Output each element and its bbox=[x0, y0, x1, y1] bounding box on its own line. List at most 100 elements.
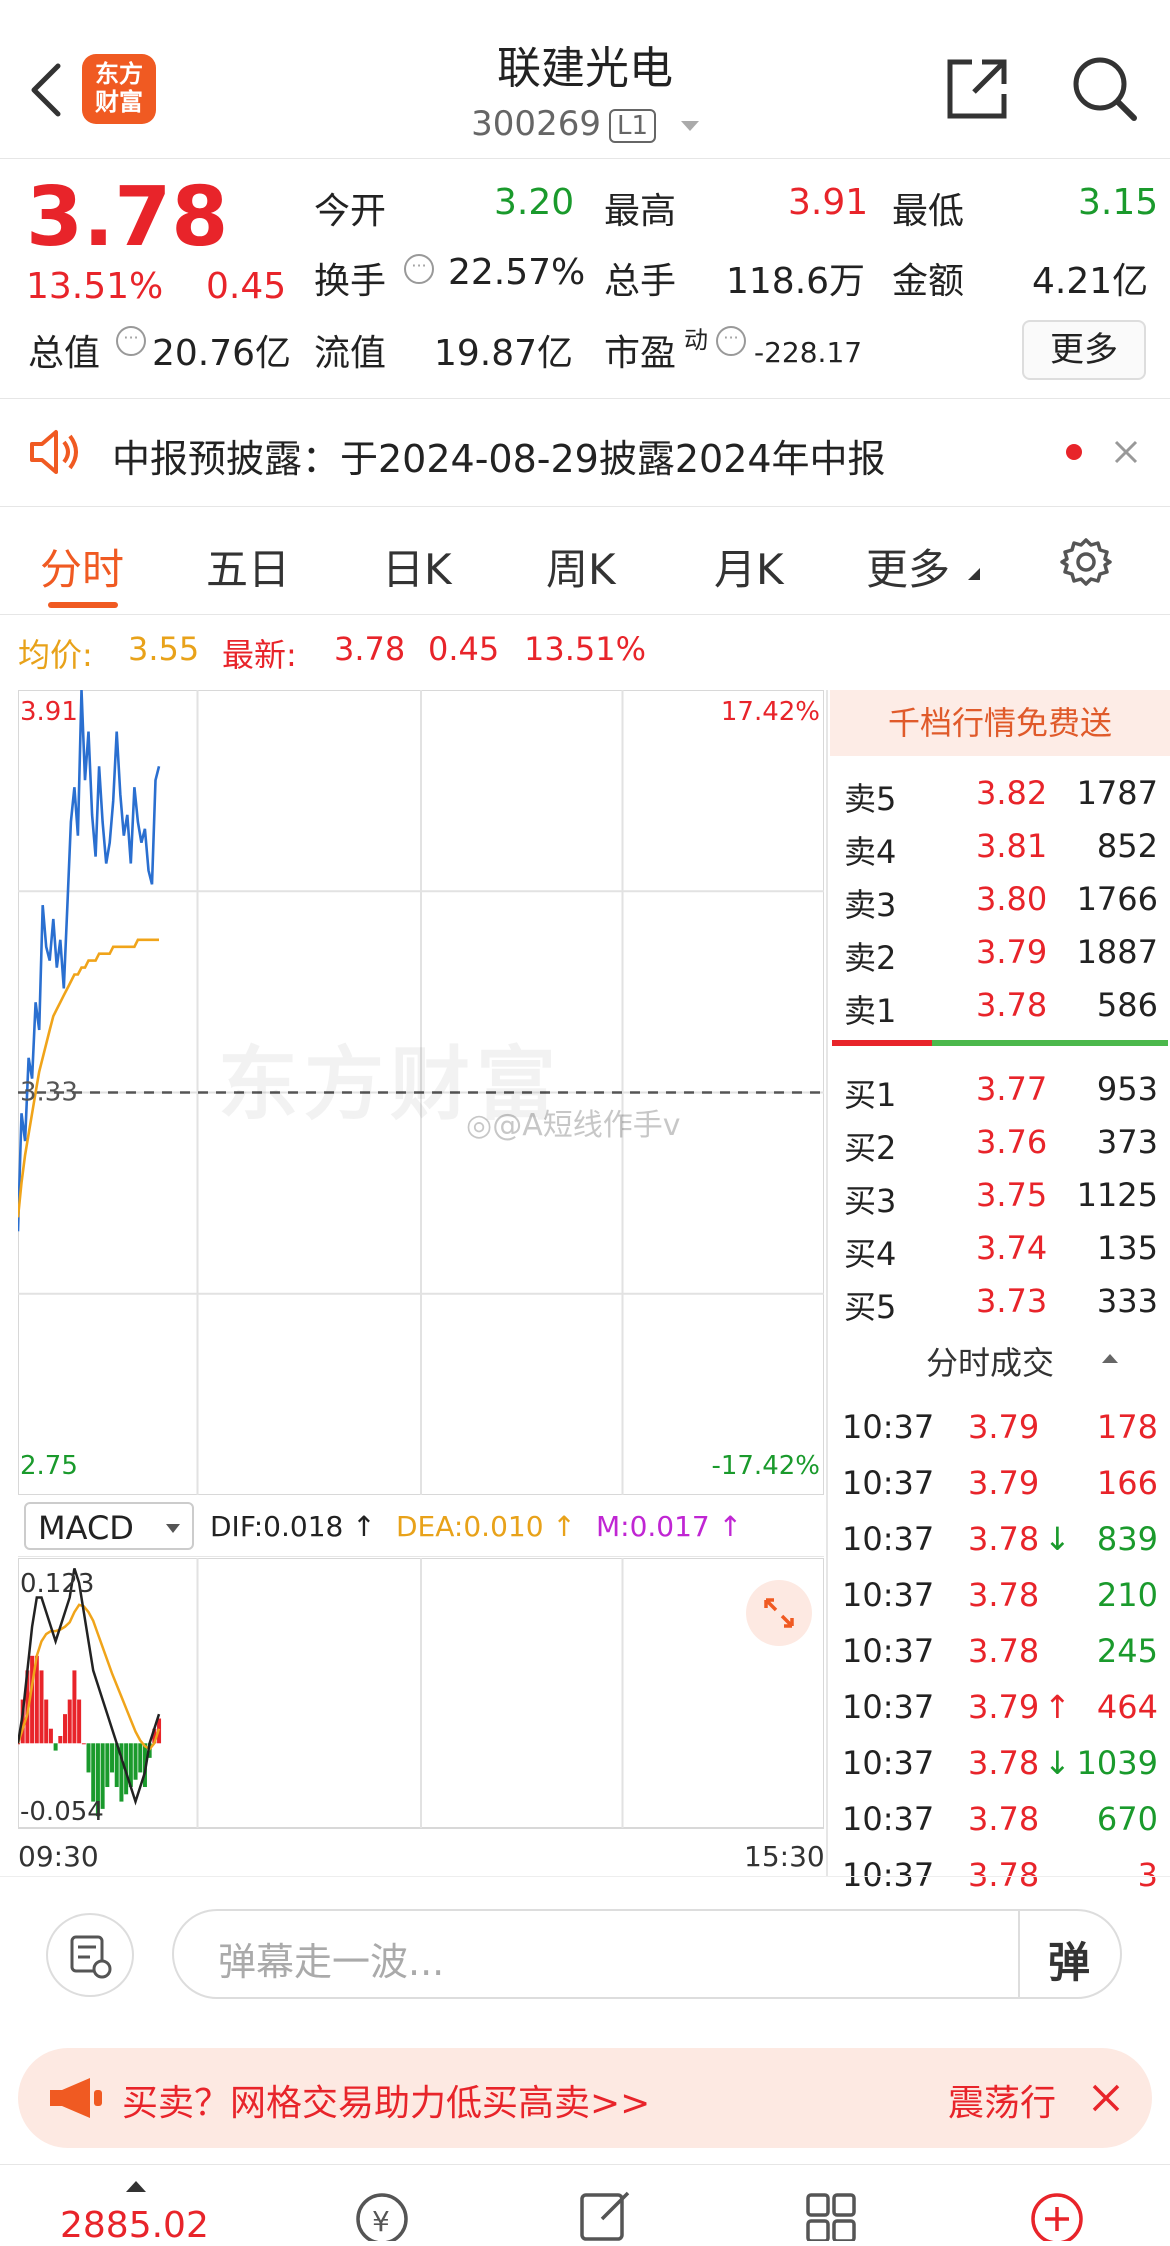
macd-hist-bar bbox=[138, 1743, 143, 1773]
tick-time: 10:37 bbox=[842, 1688, 935, 1726]
macd-chart[interactable]: 0.123 -0.054 bbox=[16, 1557, 825, 1838]
ask-row[interactable]: 卖4 3.81 852 bbox=[830, 821, 1170, 873]
tick-time: 10:37 bbox=[842, 1408, 935, 1446]
info-icon[interactable]: ··· bbox=[404, 254, 434, 284]
intraday-chart[interactable]: 3.91 3.33 2.75 17.42% -17.42% 东方财富 ◎@A短线… bbox=[16, 689, 825, 1496]
expand-button[interactable] bbox=[746, 1580, 812, 1646]
index-value[interactable]: 2885.02 bbox=[60, 2205, 209, 2246]
ask-volume: 1787 bbox=[1076, 774, 1158, 812]
tick-price: 3.78 bbox=[968, 1800, 1040, 1838]
danmaku-input[interactable]: 弹幕走一波... 弹 bbox=[172, 1909, 1122, 1999]
promo-banner[interactable]: 买卖？网格交易助力低买高卖>> 震荡行 bbox=[18, 2048, 1152, 2148]
y-tick-top: 3.91 bbox=[20, 697, 78, 727]
macd-y-top: 0.123 bbox=[20, 1569, 94, 1599]
close-icon[interactable] bbox=[1112, 438, 1140, 466]
tick-row: 10:37 3.79 ↑ 464 bbox=[830, 1682, 1170, 1734]
macd-header: MACD DIF:0.018 ↑ DEA:0.010 ↑ M:0.017 ↑ bbox=[18, 1498, 824, 1557]
tick-volume: 210 bbox=[1096, 1576, 1158, 1614]
macd-canvas: 0.123 -0.054 bbox=[16, 1557, 825, 1829]
edit-icon[interactable] bbox=[578, 2189, 634, 2241]
macd-plot bbox=[16, 1568, 162, 1817]
ask-label: 卖3 bbox=[844, 886, 897, 924]
change-pct: 13.51% bbox=[26, 266, 164, 307]
input-divider bbox=[1018, 1911, 1020, 1997]
search-icon[interactable] bbox=[1070, 54, 1140, 124]
tick-volume: 670 bbox=[1096, 1800, 1158, 1838]
notice-text: 中报预披露：于2024-08-29披露2024年中报 bbox=[112, 437, 886, 481]
indicator-name: MACD bbox=[38, 1509, 134, 1547]
ask-price: 3.81 bbox=[976, 827, 1048, 865]
danmaku-settings-button[interactable] bbox=[46, 1913, 134, 1997]
bid-row[interactable]: 买3 3.75 1125 bbox=[830, 1170, 1170, 1222]
tick-row: 10:37 3.78 ↓ 1039 bbox=[830, 1738, 1170, 1790]
x-tick-end: 15:30 bbox=[744, 1840, 825, 1873]
tab-five-day[interactable]: 五日 bbox=[206, 536, 290, 597]
price-lines bbox=[16, 689, 161, 1232]
tick-volume: 1039 bbox=[1076, 1744, 1158, 1782]
macd-dea-line bbox=[16, 1603, 161, 1751]
add-icon[interactable] bbox=[1028, 2189, 1086, 2241]
ask-row[interactable]: 卖1 3.78 586 bbox=[830, 980, 1170, 1032]
ask-row[interactable]: 卖3 3.80 1766 bbox=[830, 874, 1170, 926]
bid-row[interactable]: 买1 3.77 953 bbox=[830, 1064, 1170, 1116]
info-icon[interactable]: ··· bbox=[116, 326, 146, 356]
tick-time: 10:37 bbox=[842, 1800, 935, 1838]
danmaku-settings-icon bbox=[70, 1935, 112, 1979]
ticks-header[interactable]: 分时成交 bbox=[926, 1338, 1054, 1384]
tick-time: 10:37 bbox=[842, 1520, 935, 1558]
bid-row[interactable]: 买5 3.73 333 bbox=[830, 1276, 1170, 1328]
info-icon[interactable]: ··· bbox=[716, 326, 746, 356]
tick-price: 3.78 bbox=[968, 1744, 1040, 1782]
ask-price: 3.80 bbox=[976, 880, 1048, 918]
latest-change-pct: 13.51% bbox=[524, 630, 647, 668]
close-icon[interactable] bbox=[1090, 2082, 1122, 2114]
total-mv-label: 总值 bbox=[28, 333, 101, 374]
notice-bar[interactable]: 中报预披露：于2024-08-29披露2024年中报 bbox=[0, 398, 1170, 507]
ask-row[interactable]: 卖5 3.82 1787 bbox=[830, 768, 1170, 820]
ask-label: 卖2 bbox=[844, 939, 897, 977]
tick-row: 10:37 3.78 245 bbox=[830, 1626, 1170, 1678]
promo-header[interactable]: 千档行情免费送 bbox=[830, 690, 1170, 756]
ask-price: 3.78 bbox=[976, 986, 1048, 1024]
current-price: 3.78 bbox=[26, 170, 229, 265]
more-button[interactable]: 更多 bbox=[1022, 320, 1146, 380]
tab-intraday[interactable]: 分时 bbox=[40, 536, 124, 597]
indicator-select[interactable]: MACD bbox=[24, 1502, 194, 1550]
macd-hist-bar bbox=[67, 1699, 72, 1744]
tick-volume: 166 bbox=[1096, 1464, 1158, 1502]
tab-monthly-k[interactable]: 月K bbox=[714, 536, 784, 597]
bid-label: 买4 bbox=[844, 1235, 897, 1273]
tick-volume: 464 bbox=[1096, 1688, 1158, 1726]
high-value: 3.91 bbox=[788, 182, 869, 223]
chart-tabs: 分时 五日 日K 周K 月K 更多 bbox=[0, 506, 1170, 615]
volume-value: 118.6万 bbox=[726, 261, 866, 302]
bid-volume: 953 bbox=[1096, 1070, 1158, 1108]
send-danmaku-button[interactable]: 弹 bbox=[1048, 1929, 1090, 1990]
sort-up-icon[interactable] bbox=[1102, 1354, 1118, 1363]
speaker-icon bbox=[30, 430, 78, 474]
dif-label: DIF:0.018 ↑ bbox=[210, 1510, 376, 1543]
tab-more[interactable]: 更多 bbox=[866, 536, 950, 597]
yen-glyph: ¥ bbox=[372, 2205, 390, 2238]
macd-hist-bar bbox=[86, 1743, 91, 1773]
pe-label: 市盈 bbox=[604, 333, 677, 374]
tab-daily-k[interactable]: 日K bbox=[382, 536, 452, 597]
tick-direction: ↓ bbox=[1044, 1520, 1071, 1558]
settings-gear-icon[interactable] bbox=[1060, 536, 1112, 588]
header: 东方 财富 联建光电 300269 L1 bbox=[0, 0, 1170, 159]
price-summary: 均价: 3.55 最新: 3.78 0.45 13.51% bbox=[0, 614, 1170, 684]
tick-volume: 245 bbox=[1096, 1632, 1158, 1670]
bid-price: 3.75 bbox=[976, 1176, 1048, 1214]
high-label: 最高 bbox=[604, 191, 677, 232]
apps-icon[interactable] bbox=[804, 2189, 860, 2241]
tick-price: 3.78 bbox=[968, 1520, 1040, 1558]
quote-panel: 3.78 13.51% 0.45 今开 3.20 最高 3.91 最低 3.15… bbox=[0, 158, 1170, 399]
trade-icon[interactable]: ¥ bbox=[350, 2189, 414, 2241]
ask-volume: 1887 bbox=[1076, 933, 1158, 971]
tick-time: 10:37 bbox=[842, 1632, 935, 1670]
bid-row[interactable]: 买4 3.74 135 bbox=[830, 1223, 1170, 1275]
bid-row[interactable]: 买2 3.76 373 bbox=[830, 1117, 1170, 1169]
tab-weekly-k[interactable]: 周K bbox=[546, 536, 616, 597]
ask-row[interactable]: 卖2 3.79 1887 bbox=[830, 927, 1170, 979]
share-icon[interactable] bbox=[944, 56, 1010, 122]
